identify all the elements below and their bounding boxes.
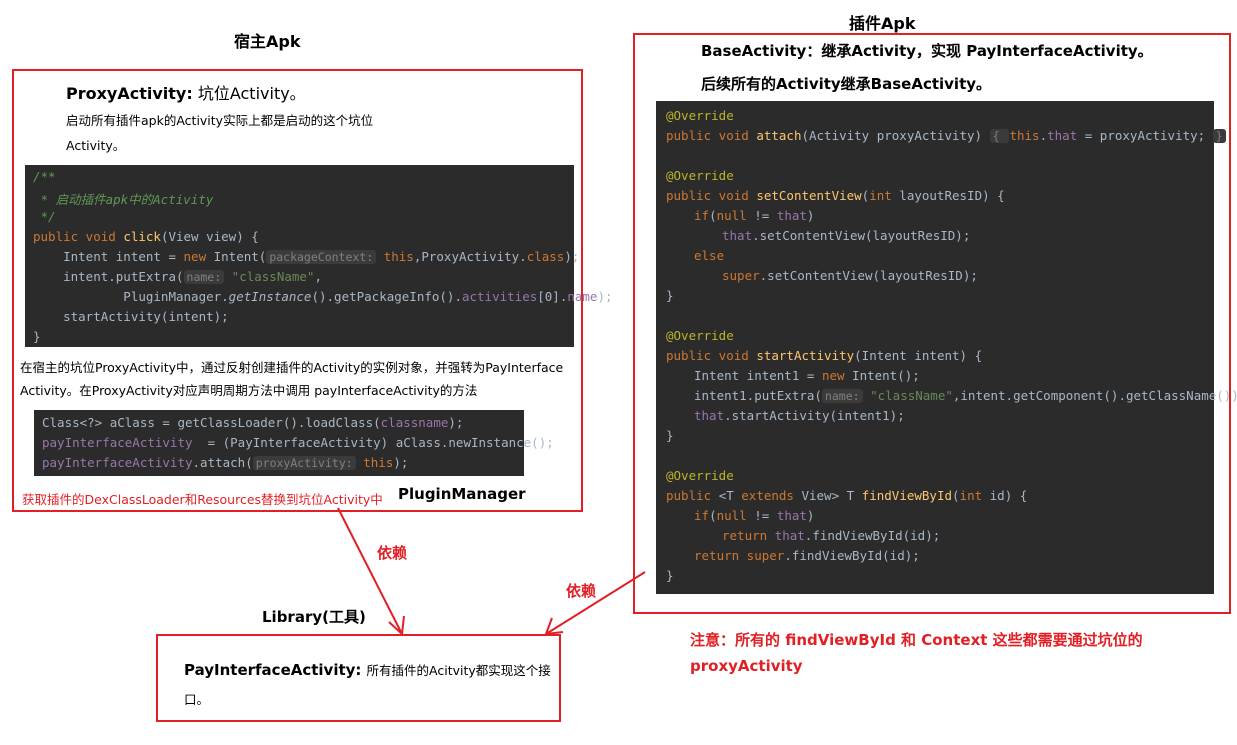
arrow-label-depends-1: 依赖	[377, 544, 408, 562]
code-line: }	[666, 568, 674, 583]
code-line: }	[666, 288, 674, 303]
proxy-heading-label: ProxyActivity:	[66, 84, 193, 103]
code-line: else	[694, 248, 725, 263]
code-line: if(null != that)	[694, 208, 815, 223]
pay-interface-desc: 所有插件的Acitvity都实现这个接	[366, 663, 551, 678]
code-line: public void click(View view) {	[33, 229, 259, 244]
code-line: public <T extends View> T findViewById(i…	[666, 488, 1028, 503]
code-line: @Override	[666, 328, 734, 343]
code-line: public void setContentView(int layoutRes…	[666, 188, 1005, 203]
code-line: public void attach(Activity proxyActivit…	[666, 128, 1226, 143]
proxy-code-block: /** * 启动插件apk中的Activity */ public void c…	[25, 165, 613, 347]
code-line: @Override	[666, 468, 734, 483]
base-activity-code-block: @Override public void attach(Activity pr…	[656, 101, 1237, 594]
plugin-line2: 后续所有的Activity继承BaseActivity。	[701, 75, 992, 93]
code-line: intent.putExtra(name: "className",	[33, 269, 322, 284]
code-line: startActivity(intent);	[33, 309, 229, 324]
code-line: return super.findViewById(id);	[694, 548, 920, 563]
code-line: }	[666, 428, 674, 443]
note-line2: proxyActivity	[690, 657, 803, 675]
code-line: @Override	[666, 168, 734, 183]
proxy-desc-line1: 启动所有插件apk的Activity实际上都是启动的这个坑位	[66, 113, 374, 128]
pay-interface-heading: PayInterfaceActivity:	[184, 661, 362, 679]
pay-interface-desc-line2: 口。	[184, 692, 210, 707]
library-title: Library(工具)	[262, 608, 366, 626]
code-line: /**	[33, 169, 56, 184]
plugin-title: 插件Apk	[849, 14, 916, 33]
code-line: super.setContentView(layoutResID);	[722, 268, 978, 283]
code-line: that.startActivity(intent1);	[694, 408, 905, 423]
code-line: * 启动插件apk中的Activity	[33, 192, 214, 207]
host-desc2-line1: 在宿主的坑位ProxyActivity中，通过反射创建插件的Activity的实…	[20, 360, 564, 375]
code-line: if(null != that)	[694, 508, 815, 523]
proxy-heading-rest: 坑位Activity。	[197, 84, 306, 103]
code-line: payInterfaceActivity = (PayInterfaceActi…	[42, 435, 554, 450]
library-heading-line: PayInterfaceActivity: 所有插件的Acitvity都实现这个…	[184, 660, 551, 679]
code-line: that.setContentView(layoutResID);	[722, 228, 971, 243]
host-desc2-line2: Activity。在ProxyActivity对应声明周期方法中调用 payIn…	[20, 383, 478, 398]
proxy-desc-line2: Activity。	[66, 138, 126, 153]
code-line: return that.findViewById(id);	[722, 528, 941, 543]
host-red-note: 获取插件的DexClassLoader和Resources替换到坑位Activi…	[22, 492, 383, 507]
note-line1: 注意：所有的 findViewById 和 Context 这些都需要通过坑位的	[690, 631, 1143, 649]
code-line: */	[33, 209, 56, 224]
code-line: Class<?> aClass = getClassLoader().loadC…	[42, 415, 464, 430]
code-line: }	[33, 329, 41, 344]
code-line: PluginManager.getInstance().getPackageIn…	[33, 289, 613, 304]
code-line: Intent intent = new Intent(packageContex…	[33, 249, 580, 264]
proxy-heading: ProxyActivity: 坑位Activity。	[66, 80, 306, 104]
code-line: intent1.putExtra(name: "className",inten…	[694, 388, 1237, 403]
plugin-line1: BaseActivity：继承Activity，实现 PayInterfaceA…	[701, 42, 1153, 60]
code-line: payInterfaceActivity.attach(proxyActivit…	[42, 455, 409, 470]
plugin-manager-label: PluginManager	[398, 485, 526, 503]
reflection-code-block: Class<?> aClass = getClassLoader().loadC…	[34, 410, 554, 476]
code-line: Intent intent1 = new Intent();	[694, 368, 920, 383]
code-line: public void startActivity(Intent intent)…	[666, 348, 983, 363]
host-title: 宿主Apk	[234, 32, 301, 51]
arrow-label-depends-2: 依赖	[566, 582, 597, 600]
code-line: @Override	[666, 108, 734, 123]
